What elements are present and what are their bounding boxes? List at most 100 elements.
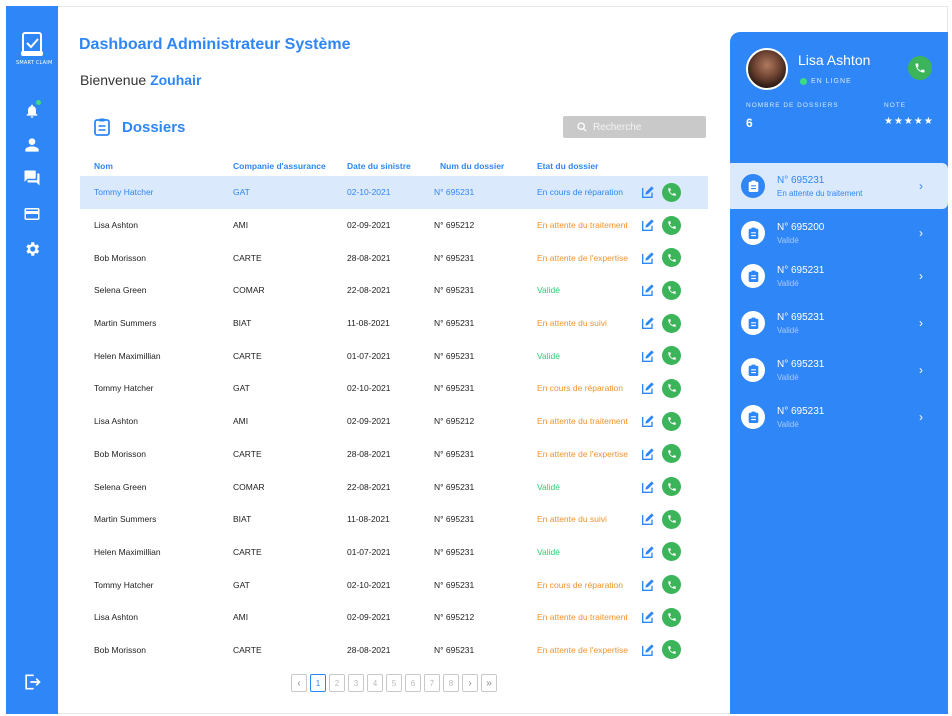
search-input[interactable]: Recherche [563,116,706,138]
table-row[interactable]: Martin Summers BIAT 11-08-2021 N° 695231 En … [80,307,708,340]
pagination-prev-button[interactable]: ‹ [291,674,307,692]
cell-name: Selena Green [94,481,147,492]
col-header-nom[interactable]: Nom [80,161,219,171]
edit-button[interactable] [639,478,656,495]
case-item[interactable]: N° 695231 Validé › [730,347,948,393]
cell-num: N° 695231 [434,252,475,263]
call-button[interactable] [662,313,681,333]
call-button[interactable] [662,640,681,660]
edit-button[interactable] [639,184,656,201]
case-item[interactable]: N° 695200 Validé › [730,210,948,256]
row-actions [633,542,708,562]
pagination-page-4[interactable]: 4 [367,674,383,692]
call-button[interactable] [662,280,681,300]
cell-date: 02-09-2021 [347,220,391,231]
avatar[interactable] [746,48,788,90]
pagination-page-8[interactable]: 8 [443,674,459,692]
edit-button[interactable] [639,543,656,560]
call-button[interactable] [662,182,681,202]
table-row[interactable]: Bob Morisson CARTE 28-08-2021 N° 695231 En a… [80,241,708,274]
table-row[interactable]: Lisa Ashton AMI 02-09-2021 N° 695212 En atte… [80,405,708,438]
edit-button[interactable] [639,217,656,234]
table-row[interactable]: Helen Maximillian CARTE 01-07-2021 N° 69523… [80,339,708,372]
col-header-company[interactable]: Companie d'assurance [219,161,333,171]
case-item[interactable]: N° 695231 Validé › [730,253,948,299]
nav-users[interactable] [22,135,42,155]
cell-company: GAT [233,187,250,198]
cell-name: Martin Summers [94,318,157,329]
case-item[interactable]: N° 695231 Validé › [730,300,948,346]
call-button[interactable] [662,509,681,529]
edit-button[interactable] [639,413,656,430]
cell-status: En attente du traitement [537,416,628,427]
call-button[interactable] [662,575,681,595]
pagination-page-5[interactable]: 5 [386,674,402,692]
edit-button[interactable] [639,445,656,462]
edit-icon [641,513,654,526]
cell-date: 02-09-2021 [347,612,391,623]
table-row[interactable]: Lisa Ashton AMI 02-09-2021 N° 695212 En atte… [80,209,708,242]
call-button[interactable] [662,542,681,562]
call-button[interactable] [662,215,681,235]
case-item[interactable]: N° 695231 En attente du traitement › [730,163,948,209]
edit-button[interactable] [639,609,656,626]
table-row[interactable]: Martin Summers BIAT 11-08-2021 N° 695231 En … [80,503,708,536]
pagination-last-button[interactable]: » [481,674,497,692]
edit-icon [641,448,654,460]
edit-button[interactable] [639,641,656,658]
row-actions [633,248,708,268]
table-row[interactable]: Bob Morisson CARTE 28-08-2021 N° 695231 En a… [80,634,708,667]
call-button[interactable] [662,248,681,268]
nav-settings[interactable] [22,239,42,259]
edit-icon [641,578,654,591]
call-button[interactable] [662,378,681,398]
table-row[interactable]: Lisa Ashton AMI 02-09-2021 N° 695212 En atte… [80,601,708,634]
col-header-date[interactable]: Date du sinistre [333,161,424,171]
table-row[interactable]: Tommy Hatcher GAT 02-10-2021 N° 695231 En co… [80,176,708,209]
edit-button[interactable] [639,380,656,397]
call-button[interactable] [662,607,681,627]
call-button[interactable] [662,444,681,464]
case-text: N° 695231 Validé [777,406,919,429]
logout-button[interactable] [22,672,42,692]
pagination-page-2[interactable]: 2 [329,674,345,692]
table-row[interactable]: Helen Maximillian CARTE 01-07-2021 N° 69523… [80,536,708,569]
edit-button[interactable] [639,511,656,528]
online-status-label: EN LIGNE [811,78,852,85]
cell-company: CARTE [233,252,262,263]
logo-text: SMART CLAIM [16,60,53,66]
edit-button[interactable] [639,315,656,332]
pagination-page-1[interactable]: 1 [310,674,326,692]
nav-payments[interactable] [22,204,42,224]
col-header-status[interactable]: Etat du dossier [523,161,633,171]
search-icon [577,122,587,132]
edit-icon [641,546,654,558]
call-button[interactable] [662,411,681,431]
call-button[interactable] [662,346,681,366]
profile-call-button[interactable] [908,56,932,80]
table-row[interactable]: Selena Green COMAR 22-08-2021 N° 695231 Vali… [80,274,708,307]
edit-button[interactable] [639,576,656,593]
table-row[interactable]: Bob Morisson CARTE 28-08-2021 N° 695231 En a… [80,438,708,471]
table-row[interactable]: Tommy Hatcher GAT 02-10-2021 N° 695231 En co… [80,568,708,601]
table-row[interactable]: Selena Green COMAR 22-08-2021 N° 695231 Vali… [80,470,708,503]
clipboard-icon [748,180,758,192]
edit-button[interactable] [639,249,656,266]
nav-messages[interactable] [22,168,42,188]
pagination-page-6[interactable]: 6 [405,674,421,692]
col-header-num[interactable]: Num du dossier [424,161,523,171]
pagination-page-3[interactable]: 3 [348,674,364,692]
pagination-next-button[interactable]: › [462,674,478,692]
nav-notifications[interactable] [22,99,42,121]
call-button[interactable] [662,477,681,497]
cell-status: Validé [537,481,560,492]
table-row[interactable]: Tommy Hatcher GAT 02-10-2021 N° 695231 En co… [80,372,708,405]
cell-name: Helen Maximillian [94,350,161,361]
edit-button[interactable] [639,347,656,364]
edit-button[interactable] [639,282,656,299]
section-title: Dossiers [122,118,186,136]
app-logo[interactable]: SMART CLAIM [16,32,53,66]
cell-num: N° 695212 [434,612,475,623]
case-item[interactable]: N° 695231 Validé › [730,394,948,440]
pagination-page-7[interactable]: 7 [424,674,440,692]
